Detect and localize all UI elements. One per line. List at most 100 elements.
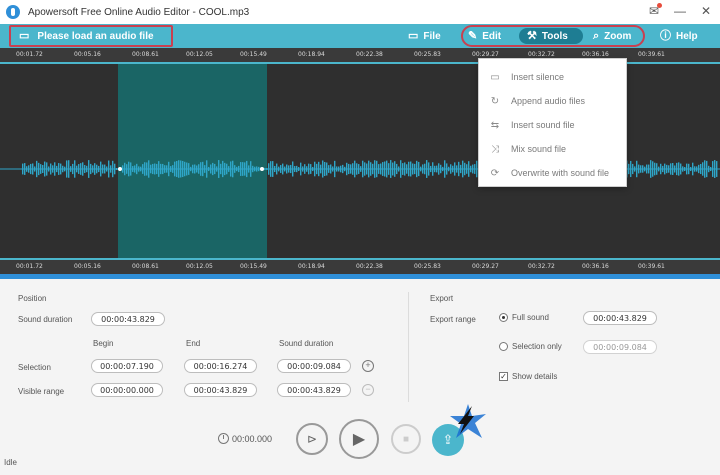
load-audio-label: Please load an audio file	[37, 30, 154, 42]
help-label: Help	[676, 30, 698, 42]
ruler-tick-label: 00:12.05	[186, 263, 213, 270]
end-column-label: End	[186, 339, 201, 348]
ruler-tick-label: 00:22.38	[356, 51, 383, 58]
wrench-icon: ⚒	[527, 29, 537, 42]
ruler-tick-label: 00:18.94	[298, 51, 325, 58]
ruler-tick-label: 00:08.61	[132, 263, 159, 270]
tools-menu-item-label: Insert silence	[511, 72, 565, 82]
begin-column-label: Begin	[93, 339, 114, 348]
ruler-tick-label: 00:25.83	[414, 263, 441, 270]
tools-menu-item[interactable]: ⇆ Insert sound file	[479, 113, 626, 137]
tools-menu-label: Tools	[541, 30, 568, 42]
export-range-label: Export range	[430, 315, 476, 324]
tools-menu-button[interactable]: ⚒ Tools	[527, 24, 568, 48]
ruler-tick-label: 00:32.72	[528, 263, 555, 270]
tools-menu-item[interactable]: ▭ Insert silence	[479, 65, 626, 89]
stop-button[interactable]: ■	[391, 424, 421, 454]
show-details-label: Show details	[512, 372, 558, 381]
file-menu-button[interactable]: ▭ File	[408, 24, 441, 48]
load-audio-button[interactable]: ▭ Please load an audio file	[9, 25, 173, 47]
panel-divider	[408, 292, 409, 402]
file-menu-label: File	[423, 30, 441, 42]
tools-menu-item-label: Append audio files	[511, 96, 586, 106]
tools-menu-item-label: Mix sound file	[511, 144, 567, 154]
play-selection-button[interactable]: ⊳	[296, 423, 328, 455]
edit-menu-label: Edit	[482, 30, 502, 42]
clock-icon	[218, 433, 229, 444]
title-bar: Apowersoft Free Online Audio Editor - CO…	[0, 0, 720, 24]
position-heading: Position	[18, 294, 47, 303]
full-sound-radio[interactable]	[499, 313, 508, 322]
microphone-icon	[6, 5, 20, 19]
visible-begin-field[interactable]: 00:00:00.000	[91, 383, 163, 397]
visible-end-field[interactable]: 00:00:43.829	[184, 383, 257, 397]
ruler-tick-label: 00:05.16	[74, 263, 101, 270]
selection-only-field: 00:00:09.084	[583, 340, 657, 354]
tools-dropdown-menu: ▭ Insert silence ↻ Append audio files ⇆ Inser…	[478, 58, 627, 187]
tools-menu-item[interactable]: ⤨ Mix sound file	[479, 137, 626, 161]
duration-column-label: Sound duration	[279, 339, 334, 348]
audio-editor-window: Apowersoft Free Online Audio Editor - CO…	[0, 0, 720, 475]
tools-menu-item[interactable]: ⟳ Overwrite with sound file	[479, 161, 626, 185]
status-text: Idle	[4, 458, 17, 467]
current-time: 00:00.000	[232, 434, 273, 444]
zoom-menu-label: Zoom	[604, 30, 632, 42]
zoom-menu-button[interactable]: ⌕ Zoom	[593, 24, 631, 48]
ruler-tick-label: 00:15.49	[240, 51, 267, 58]
ruler-tick-label: 00:39.61	[638, 263, 665, 270]
ruler-tick-label: 00:18.94	[298, 263, 325, 270]
selection-end-field[interactable]: 00:00:16.274	[184, 359, 257, 373]
cursor-highlight-icon	[450, 404, 486, 438]
timeline-ruler-bottom[interactable]: 00:01.72 00:05.16 00:08.61 00:12.05 00:15.49…	[0, 258, 720, 274]
tools-menu-item-label: Insert sound file	[511, 120, 575, 130]
show-details-checkbox[interactable]: ✓	[499, 372, 508, 381]
help-button[interactable]: ⓘ Help	[660, 24, 698, 48]
selection-only-label: Selection only	[512, 342, 562, 351]
tools-menu-item[interactable]: ↻ Append audio files	[479, 89, 626, 113]
tools-menu-item-label: Overwrite with sound file	[511, 168, 610, 178]
ruler-tick-label: 00:29.27	[472, 51, 499, 58]
insert-sound-icon: ⇆	[490, 119, 500, 131]
pencil-icon: ✎	[468, 29, 478, 42]
file-icon: ▭	[19, 29, 30, 42]
ruler-tick-label: 00:01.72	[16, 263, 43, 270]
play-button[interactable]: ▶	[339, 419, 379, 459]
full-sound-field: 00:00:43.829	[583, 311, 657, 325]
file-icon: ▭	[408, 29, 419, 42]
sound-duration-field: 00:00:43.829	[91, 312, 165, 326]
ruler-tick-label: 00:05.16	[74, 51, 101, 58]
overwrite-sound-icon: ⟳	[490, 167, 500, 179]
zoom-in-icon[interactable]: +	[362, 360, 374, 372]
ruler-tick-label: 00:12.05	[186, 51, 213, 58]
ruler-tick-label: 00:29.27	[472, 263, 499, 270]
append-audio-icon: ↻	[490, 95, 500, 107]
ruler-tick-label: 00:25.83	[414, 51, 441, 58]
play-icon: ▶	[352, 431, 366, 448]
minimize-button[interactable]: —	[672, 3, 688, 19]
export-heading: Export	[430, 294, 454, 303]
search-icon: ⌕	[593, 29, 600, 42]
visible-range-label: Visible range	[18, 387, 65, 396]
notification-badge	[657, 3, 662, 8]
ruler-tick-label: 00:36.16	[582, 263, 609, 270]
stop-icon: ■	[402, 433, 410, 445]
ruler-tick-label: 00:01.72	[16, 51, 43, 58]
ruler-tick-label: 00:36.16	[582, 51, 609, 58]
edit-menu-button[interactable]: ✎ Edit	[468, 24, 501, 48]
selection-label: Selection	[18, 363, 51, 372]
selection-duration-field[interactable]: 00:00:09.084	[277, 359, 351, 373]
sound-duration-label: Sound duration	[18, 315, 73, 324]
selection-begin-field[interactable]: 00:00:07.190	[91, 359, 163, 373]
close-button[interactable]: ✕	[698, 3, 714, 19]
selection-only-radio[interactable]	[499, 342, 508, 351]
window-title: Apowersoft Free Online Audio Editor - CO…	[28, 6, 250, 18]
window-controls: ✉ — ✕	[646, 3, 714, 19]
zoom-out-icon[interactable]: −	[362, 384, 374, 396]
insert-silence-icon: ▭	[490, 71, 500, 83]
help-icon: ⓘ	[660, 29, 671, 42]
visible-duration-field[interactable]: 00:00:43.829	[277, 383, 351, 397]
ruler-tick-label: 00:08.61	[132, 51, 159, 58]
notification-icon[interactable]: ✉	[646, 3, 662, 19]
ruler-tick-label: 00:32.72	[528, 51, 555, 58]
full-sound-label: Full sound	[512, 313, 549, 322]
